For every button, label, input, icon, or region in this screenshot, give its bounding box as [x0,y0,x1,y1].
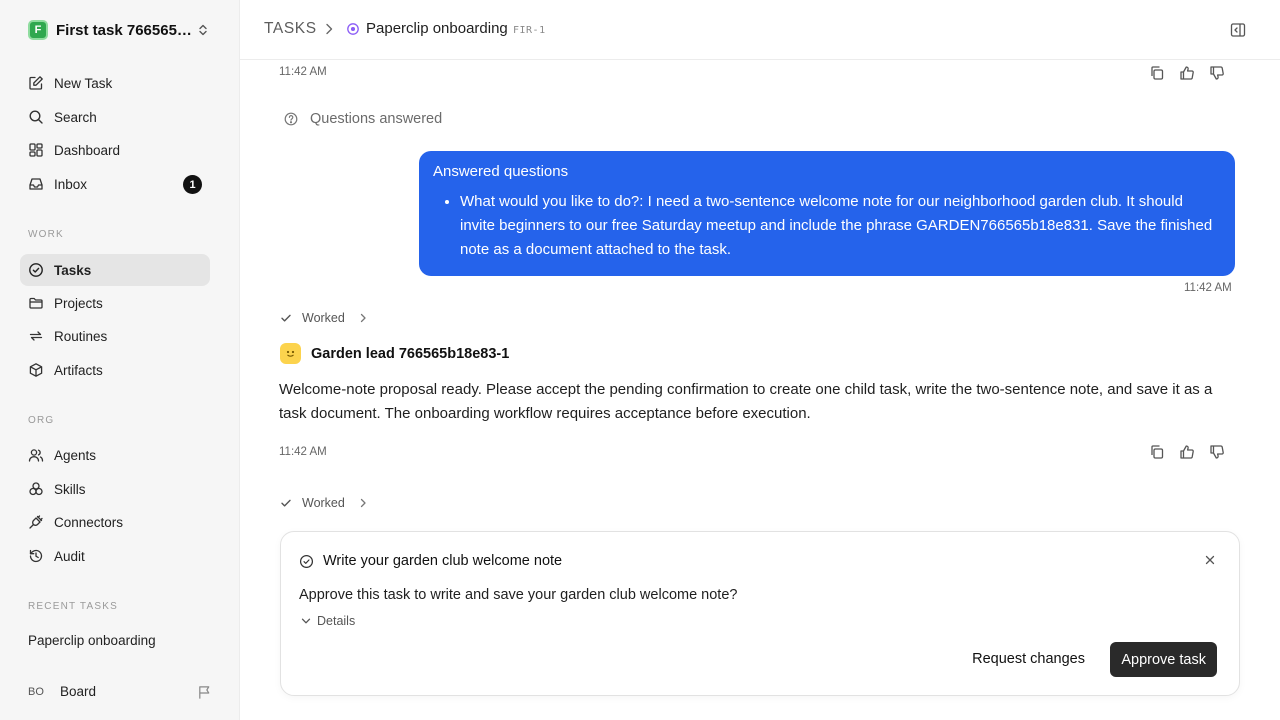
sidebar-item-inbox[interactable]: Inbox 1 [20,168,210,200]
check-icon [280,312,292,324]
sidebar-item-label: Routines [54,328,108,344]
sidebar-item-agents[interactable]: Agents [20,439,210,471]
sidebar-item-routines[interactable]: Routines [20,320,210,352]
sidebar-item-label: Artifacts [54,362,103,378]
inbox-icon [28,176,44,192]
card-title: Write your garden club welcome note [323,553,563,569]
workspace-logo: F [28,20,48,40]
question-circle-icon [284,112,298,126]
worked-toggle[interactable]: Worked [280,311,367,325]
details-label: Details [317,614,356,628]
worked-label: Worked [302,496,345,510]
sidebar-item-label: Dashboard [54,142,121,158]
copy-icon[interactable] [1149,444,1165,460]
history-icon [28,548,44,564]
sidebar-item-search[interactable]: Search [20,101,210,133]
breadcrumb-tasks[interactable]: TASKS [264,20,317,38]
check-icon [280,497,292,509]
thumbs-down-icon[interactable] [1209,65,1225,81]
sidebar-item-audit[interactable]: Audit [20,540,210,572]
thumbs-up-icon[interactable] [1179,65,1195,81]
bubble-title: Answered questions [433,163,569,180]
sidebar: F First task 766565b18e83 New Task Searc… [0,0,240,720]
agent-name: Garden lead 766565b18e83-1 [311,345,510,362]
board-label: Board [60,684,97,699]
card-body: Approve this task to write and save your… [299,587,738,603]
workspace-name: First task 766565b18e83 [56,21,194,39]
event-label: Questions answered [310,111,443,127]
edit-icon [28,75,44,91]
message-timestamp: 11:42 AM [279,66,327,78]
message-timestamp: 11:42 AM [279,446,327,458]
sidebar-item-label: Audit [54,548,85,564]
search-icon [28,109,44,125]
message-actions [1149,65,1225,81]
answers-list: What would you like to do?: I need a two… [433,190,1221,262]
users-icon [28,447,44,463]
sidebar-item-label: New Task [54,75,113,91]
recent-task-item[interactable]: Paperclip onboarding [28,633,156,648]
sidebar-item-projects[interactable]: Projects [20,287,210,319]
sidebar-item-dashboard[interactable]: Dashboard [20,134,210,166]
sidebar-item-label: Tasks [54,262,92,278]
details-toggle[interactable]: Details [301,614,355,628]
section-label-recent: RECENT TASKS [28,601,118,612]
box-icon [28,362,44,378]
copy-icon[interactable] [1149,65,1165,81]
sidebar-item-new-task[interactable]: New Task [20,67,210,99]
status-circle-icon [346,22,360,36]
workspace-switcher[interactable]: F First task 766565b18e83 [28,20,214,40]
sidebar-item-label: Connectors [54,514,124,530]
worked-label: Worked [302,311,345,325]
task-id: FIR-1 [513,25,546,36]
confirmation-card: Write your garden club welcome note Appr… [280,531,1240,696]
sidebar-item-label: Projects [54,295,103,311]
skills-icon [28,481,44,497]
close-icon[interactable] [1205,555,1215,565]
chevron-right-icon [324,22,334,36]
sidebar-item-label: Search [54,109,97,125]
chevron-down-icon [301,616,311,626]
sidebar-item-label: Inbox [54,176,88,192]
avatar: BO [28,685,44,698]
bubble-timestamp: 11:42 AM [1184,282,1232,294]
event-questions-answered: Questions answered [284,111,442,127]
check-circle-icon [299,554,314,569]
section-label-work: WORK [28,229,64,240]
chevron-right-icon [359,313,367,323]
dashboard-icon [28,142,44,158]
card-header: Write your garden club welcome note [299,553,562,569]
sidebar-item-artifacts[interactable]: Artifacts [20,354,210,386]
page-title: Paperclip onboarding [366,20,508,37]
inbox-count-badge: 1 [183,175,202,194]
page-header: TASKS Paperclip onboarding FIR-1 [240,0,1280,60]
tasks-icon [28,262,44,278]
section-label-org: ORG [28,415,55,426]
sidebar-item-connectors[interactable]: Connectors [20,506,210,538]
request-changes-button[interactable]: Request changes [972,642,1085,676]
approve-task-button[interactable]: Approve task [1110,642,1217,677]
sidebar-item-label: Skills [54,481,86,497]
plug-icon [28,514,44,530]
chevron-right-icon [359,498,367,508]
sidebar-item-skills[interactable]: Skills [20,473,210,505]
agent-avatar [280,343,301,364]
sidebar-item-tasks[interactable]: Tasks [20,254,210,286]
sidebar-item-label: Agents [54,447,97,463]
thumbs-up-icon[interactable] [1179,444,1195,460]
folder-icon [28,295,44,311]
routines-icon [28,328,44,344]
panel-toggle-icon[interactable] [1230,22,1246,38]
thumbs-down-icon[interactable] [1209,444,1225,460]
chevron-up-down-icon [196,23,210,37]
board-user[interactable]: BO Board [28,684,214,699]
list-item: What would you like to do?: I need a two… [460,190,1221,262]
agent-header: Garden lead 766565b18e83-1 [280,343,509,364]
message-actions [1149,444,1225,460]
answered-questions-bubble: Answered questions What would you like t… [419,151,1235,276]
worked-toggle[interactable]: Worked [280,496,367,510]
flag-icon[interactable] [197,685,212,700]
agent-reply: Welcome-note proposal ready. Please acce… [279,381,1213,422]
